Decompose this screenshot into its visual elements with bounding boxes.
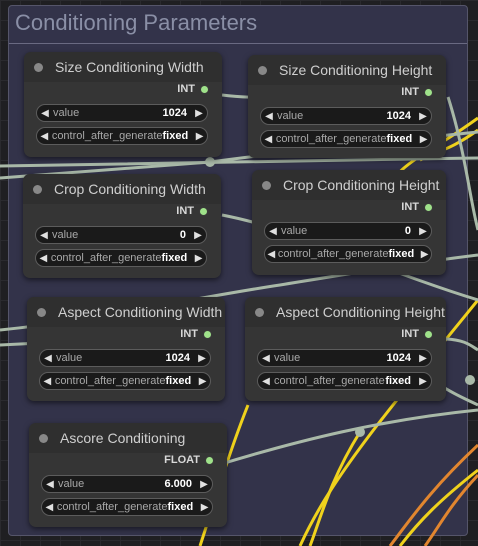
increment-arrow-icon[interactable]: ▶	[192, 131, 207, 142]
increment-arrow-icon[interactable]: ▶	[415, 111, 431, 122]
node-crop-conditioning-height[interactable]: Crop Conditioning Height INT ◀ value 0 ▶ ◀ c…	[252, 170, 446, 275]
output-type: INT	[401, 201, 419, 213]
output-type: INT	[180, 328, 198, 340]
decrement-arrow-icon[interactable]: ◀	[40, 376, 55, 387]
control-widget[interactable]: ◀ control_after_generate fixed ▶	[35, 249, 207, 267]
value-widget[interactable]: ◀ value 1024 ▶	[39, 349, 211, 367]
collapse-dot-icon[interactable]	[39, 433, 48, 443]
decrement-arrow-icon[interactable]: ◀	[258, 353, 274, 364]
group-title: Conditioning Parameters	[15, 10, 258, 35]
decrement-arrow-icon[interactable]: ◀	[42, 502, 57, 513]
control-widget[interactable]: ◀ control_after_generate fixed ▶	[41, 498, 213, 516]
control-widget[interactable]: ◀ control_after_generate fixed ▶	[257, 372, 432, 390]
group-divider	[9, 43, 467, 44]
value-widget[interactable]: ◀ value 1024 ▶	[257, 349, 432, 367]
increment-arrow-icon[interactable]: ▶	[415, 353, 431, 364]
node-title: Ascore Conditioning	[60, 430, 186, 446]
output-port[interactable]	[201, 85, 208, 93]
node-title: Crop Conditioning Width	[54, 181, 206, 197]
node-aspect-conditioning-width[interactable]: Aspect Conditioning Width INT ◀ value 1024…	[27, 297, 225, 401]
decrement-arrow-icon[interactable]: ◀	[265, 249, 278, 260]
decrement-arrow-icon[interactable]: ◀	[261, 111, 277, 122]
output-type: INT	[177, 83, 195, 95]
decrement-arrow-icon[interactable]: ◀	[37, 108, 53, 119]
value-widget[interactable]: ◀ value 1024 ▶	[36, 104, 208, 122]
node-size-conditioning-height[interactable]: Size Conditioning Height INT ◀ value 1024 ▶…	[248, 55, 446, 158]
collapse-dot-icon[interactable]	[37, 307, 46, 317]
increment-arrow-icon[interactable]: ▶	[191, 253, 206, 264]
increment-arrow-icon[interactable]: ▶	[197, 502, 212, 513]
output-type: INT	[401, 328, 419, 340]
node-crop-conditioning-width[interactable]: Crop Conditioning Width INT ◀ value 0 ▶ ◀ co…	[23, 174, 221, 278]
increment-arrow-icon[interactable]: ▶	[415, 226, 431, 237]
decrement-arrow-icon[interactable]: ◀	[258, 376, 274, 387]
output-type: FLOAT	[164, 454, 200, 466]
decrement-arrow-icon[interactable]: ◀	[36, 230, 52, 241]
output-port[interactable]	[204, 330, 211, 338]
output-port[interactable]	[200, 207, 207, 215]
increment-arrow-icon[interactable]: ▶	[191, 108, 207, 119]
output-type: INT	[401, 86, 419, 98]
node-title: Crop Conditioning Height	[283, 177, 440, 193]
control-widget[interactable]: ◀ control_after_generate fixed ▶	[260, 130, 432, 148]
decrement-arrow-icon[interactable]: ◀	[265, 226, 281, 237]
collapse-dot-icon[interactable]	[33, 184, 42, 194]
value-widget[interactable]: ◀ value 6.000 ▶	[41, 475, 213, 493]
output-type: INT	[176, 205, 194, 217]
increment-arrow-icon[interactable]: ▶	[195, 376, 210, 387]
increment-arrow-icon[interactable]: ▶	[418, 249, 431, 260]
increment-arrow-icon[interactable]: ▶	[416, 134, 431, 145]
value-widget[interactable]: ◀ value 1024 ▶	[260, 107, 432, 125]
node-ascore-conditioning[interactable]: Ascore Conditioning FLOAT ◀ value 6.000 ▶ ◀…	[29, 423, 227, 527]
output-port[interactable]	[206, 456, 213, 464]
node-title: Aspect Conditioning Height	[276, 304, 445, 320]
collapse-dot-icon[interactable]	[255, 307, 264, 317]
increment-arrow-icon[interactable]: ▶	[196, 479, 212, 490]
node-size-conditioning-width[interactable]: Size Conditioning Width INT ◀ value 1024 ▶ …	[24, 52, 222, 157]
decrement-arrow-icon[interactable]: ◀	[36, 253, 51, 264]
node-title: Size Conditioning Width	[55, 59, 204, 75]
control-widget[interactable]: ◀ control_after_generate fixed ▶	[39, 372, 211, 390]
node-title: Aspect Conditioning Width	[58, 304, 223, 320]
control-widget[interactable]: ◀ control_after_generate fixed ▶	[264, 245, 432, 263]
node-aspect-conditioning-height[interactable]: Aspect Conditioning Height INT ◀ value 102…	[245, 297, 446, 401]
decrement-arrow-icon[interactable]: ◀	[40, 353, 56, 364]
collapse-dot-icon[interactable]	[262, 180, 271, 190]
output-port[interactable]	[425, 88, 432, 96]
node-title: Size Conditioning Height	[279, 62, 433, 78]
value-widget[interactable]: ◀ value 0 ▶	[35, 226, 207, 244]
decrement-arrow-icon[interactable]: ◀	[37, 131, 52, 142]
decrement-arrow-icon[interactable]: ◀	[261, 134, 276, 145]
output-port[interactable]	[425, 330, 432, 338]
increment-arrow-icon[interactable]: ▶	[194, 353, 210, 364]
decrement-arrow-icon[interactable]: ◀	[42, 479, 58, 490]
collapse-dot-icon[interactable]	[34, 62, 43, 72]
value-widget[interactable]: ◀ value 0 ▶	[264, 222, 432, 240]
increment-arrow-icon[interactable]: ▶	[415, 376, 431, 387]
control-widget[interactable]: ◀ control_after_generate fixed ▶	[36, 127, 208, 145]
output-port[interactable]	[425, 203, 432, 211]
collapse-dot-icon[interactable]	[258, 65, 267, 75]
increment-arrow-icon[interactable]: ▶	[190, 230, 206, 241]
